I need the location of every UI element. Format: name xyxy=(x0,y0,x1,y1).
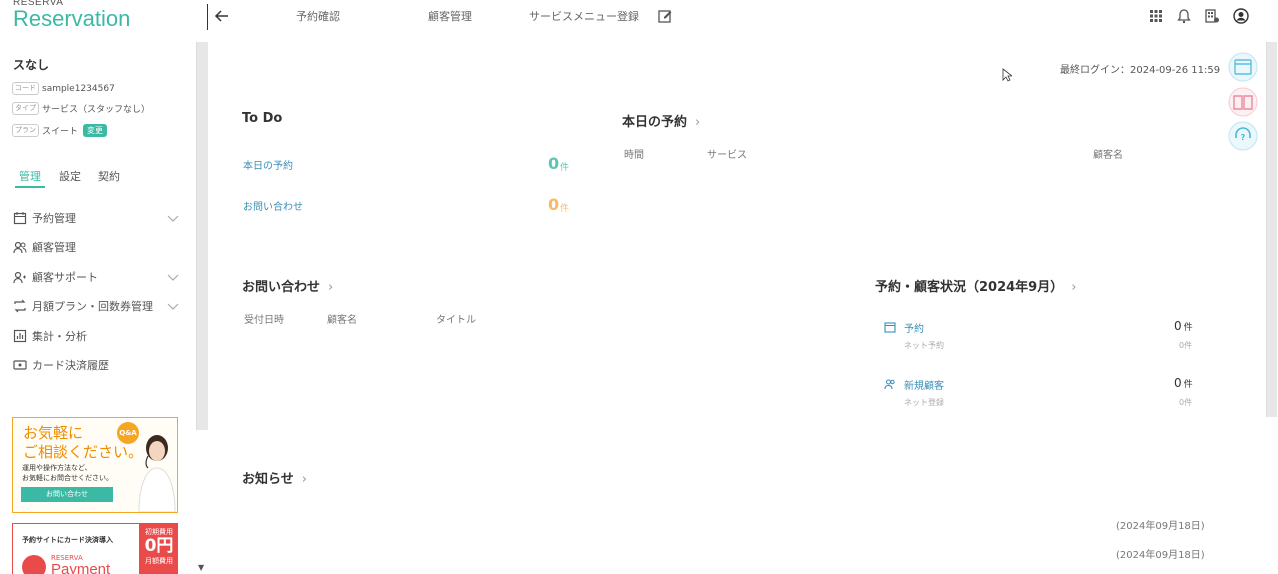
todo-inquiry-count: 0 xyxy=(548,195,560,214)
todo-today-reservation-count: 0 xyxy=(548,154,560,173)
menu-customer-management[interactable]: 顧客管理 xyxy=(13,237,183,257)
plan-tag: プラン xyxy=(12,124,39,137)
col-received-at: 受付日時 xyxy=(244,315,284,326)
menu-monthly-plan[interactable]: 月額プラン・回数券管理 xyxy=(13,296,183,316)
nav-service-menu[interactable]: サービスメニュー登録 xyxy=(529,8,639,24)
help-support-icon[interactable]: ? xyxy=(1228,121,1258,151)
col-time: 時間 xyxy=(624,150,644,161)
chevron-down-icon[interactable] xyxy=(167,272,179,282)
news-title[interactable]: お知らせ › xyxy=(242,468,307,487)
chevron-right-icon: › xyxy=(695,115,701,130)
users-icon xyxy=(13,241,27,254)
banner-contact-button[interactable]: お問い合わせ xyxy=(21,487,113,502)
stat-new-customer-label[interactable]: 新規顧客 xyxy=(904,377,944,392)
chevron-right-icon: › xyxy=(1071,280,1077,295)
chevron-down-icon[interactable] xyxy=(167,213,179,223)
tab-contract[interactable]: 契約 xyxy=(98,168,120,184)
operator-person-icon xyxy=(138,435,176,512)
col-customer-name: 顧客名 xyxy=(1093,150,1123,161)
chevron-down-icon[interactable] xyxy=(167,301,179,311)
type-tag: タイプ xyxy=(12,102,39,115)
plan-value: スイート xyxy=(42,127,79,137)
stat-reservation-label[interactable]: 予約 xyxy=(904,320,924,335)
plan-change-button[interactable]: 変更 xyxy=(83,124,108,137)
news-date: (2024年09月18日) xyxy=(1116,550,1205,561)
nav-customer-management[interactable]: 顧客管理 xyxy=(428,8,472,24)
chevron-right-icon: › xyxy=(301,472,307,487)
menu-customer-support[interactable]: 顧客サポート xyxy=(13,267,183,287)
brand-main: Reservation xyxy=(13,6,131,31)
tab-settings[interactable]: 設定 xyxy=(59,168,81,184)
todo-unit: 件 xyxy=(560,163,570,173)
sidebar-scrollbar[interactable] xyxy=(196,42,208,430)
menu-label: 顧客サポート xyxy=(32,271,98,284)
news-date: (2024年09月18日) xyxy=(1116,521,1205,532)
inquiries-title[interactable]: お問い合わせ › xyxy=(242,276,333,295)
svg-text:?: ? xyxy=(1241,133,1246,142)
manual-book-icon[interactable] xyxy=(1228,87,1258,117)
bell-icon[interactable] xyxy=(1176,8,1192,24)
type-row: タイプ サービス（スタッフなし） xyxy=(12,102,150,115)
menu-card-payment-history[interactable]: カード決済履歴 xyxy=(13,355,183,375)
users-icon xyxy=(884,379,895,390)
building-icon[interactable] xyxy=(1204,8,1220,24)
menu-label: 顧客管理 xyxy=(32,241,76,254)
stat-reservation-subvalue: 0件 xyxy=(1179,341,1193,350)
col-service: サービス xyxy=(707,150,747,161)
todo-today-reservation-link[interactable]: 本日の予約 xyxy=(243,157,293,172)
payment-product: Payment xyxy=(51,561,111,574)
stat-reservation-sub: ネット予約 xyxy=(904,341,944,350)
main-scrollbar[interactable] xyxy=(1266,42,1277,417)
tab-manage[interactable]: 管理 xyxy=(15,168,45,188)
payment-banner-price: 初期費用 0円 月額費用 xyxy=(139,524,177,574)
calendar-shortcut-icon[interactable] xyxy=(1228,52,1258,82)
chevron-right-icon: › xyxy=(328,280,334,295)
account-icon[interactable] xyxy=(1233,8,1249,24)
support-banner[interactable]: お気軽に ご相談ください。 運用や操作方法など、 お気軽にお問合せください。 お… xyxy=(12,417,178,513)
code-value: sample1234567 xyxy=(42,83,115,94)
payment-banner[interactable]: 予約サイトにカード決済導入 初期費用 0円 月額費用 RESERVA Payme… xyxy=(12,523,178,574)
col-title: タイトル xyxy=(436,315,476,326)
stat-reservation-value: 0件 xyxy=(1174,319,1193,333)
edit-icon[interactable] xyxy=(657,8,673,24)
apps-grid-icon[interactable] xyxy=(1148,8,1164,24)
last-login: 最終ログイン：2024-09-26 11:59 xyxy=(1060,65,1221,76)
today-reservations-title[interactable]: 本日の予約 › xyxy=(622,111,700,130)
brand-logo[interactable]: RESERVA Reservation xyxy=(13,0,183,36)
todo-unit: 件 xyxy=(560,204,570,214)
menu-label: 予約管理 xyxy=(32,212,76,225)
banner-subtitle: 運用や操作方法など、 お気軽にお問合せください。 xyxy=(22,464,113,482)
payment-logo-icon xyxy=(22,555,46,574)
type-value: サービス（スタッフなし） xyxy=(42,105,151,115)
menu-reservation-management[interactable]: 予約管理 xyxy=(13,208,183,228)
menu-label: 集計・分析 xyxy=(32,330,87,343)
chart-icon xyxy=(13,329,27,343)
calendar-icon xyxy=(884,322,896,333)
card-icon xyxy=(13,360,27,370)
code-tag: コード xyxy=(12,82,39,95)
calendar-icon xyxy=(13,212,27,225)
menu-analytics[interactable]: 集計・分析 xyxy=(13,326,183,346)
status-title[interactable]: 予約・顧客状況（2024年9月） › xyxy=(875,276,1076,295)
code-row: コード sample1234567 xyxy=(12,82,115,95)
col-customer: 顧客名 xyxy=(327,315,357,326)
payment-banner-text: 予約サイトにカード決済導入 xyxy=(22,536,113,544)
scroll-down-arrow-icon[interactable]: ▼ xyxy=(198,563,204,572)
todo-inquiry-link[interactable]: お問い合わせ xyxy=(243,198,303,213)
menu-label: カード決済履歴 xyxy=(32,359,109,372)
org-name: スなし xyxy=(13,58,50,72)
repeat-icon xyxy=(14,299,26,313)
plan-row: プラン スイート 変更 xyxy=(12,124,108,137)
stat-new-customer-subvalue: 0件 xyxy=(1179,398,1193,407)
nav-reservation-check[interactable]: 予約確認 xyxy=(296,8,340,24)
stat-new-customer-sub: ネット登録 xyxy=(904,398,944,407)
back-arrow-icon[interactable] xyxy=(214,8,230,24)
user-support-icon xyxy=(13,271,26,284)
mouse-cursor-icon xyxy=(1002,68,1012,82)
stat-new-customer-value: 0件 xyxy=(1174,376,1193,390)
menu-label: 月額プラン・回数券管理 xyxy=(32,300,153,313)
todo-title: To Do xyxy=(242,111,283,126)
header-divider xyxy=(207,4,208,30)
